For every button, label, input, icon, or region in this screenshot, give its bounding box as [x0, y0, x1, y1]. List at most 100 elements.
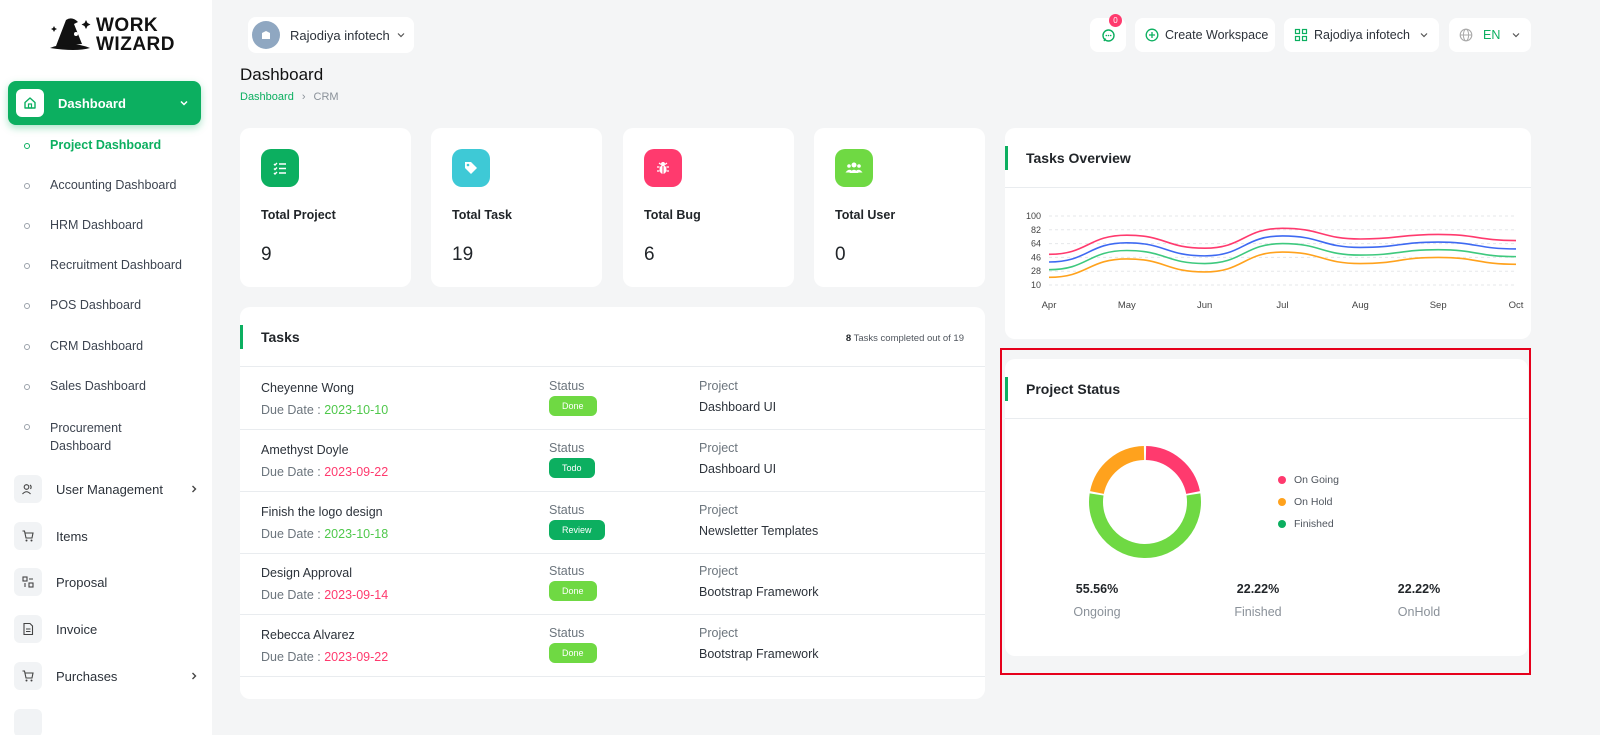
- wizard-hat-icon: [50, 18, 91, 50]
- bullet-icon: [24, 143, 30, 149]
- accounting-icon: [14, 709, 42, 735]
- stat-card-total-bug: Total Bug 6: [623, 128, 794, 287]
- task-due-date: Due Date : 2023-10-18: [261, 527, 389, 541]
- sidebar-subitem-hrm-dashboard[interactable]: HRM Dashboard: [24, 218, 143, 232]
- x-tick-label: Sep: [1430, 300, 1447, 311]
- task-name: Cheyenne Wong: [261, 381, 354, 395]
- globe-icon: [1459, 28, 1473, 42]
- plus-circle-icon: [1145, 28, 1159, 42]
- accent-bar: [1005, 146, 1008, 170]
- task-row[interactable]: Rebecca Alvarez Due Date : 2023-09-22 St…: [240, 615, 985, 677]
- status-label: Status: [549, 503, 585, 517]
- bullet-icon: [24, 183, 30, 189]
- sidebar-item-proposal[interactable]: Proposal: [14, 567, 199, 597]
- y-tick-label: 10: [1031, 280, 1041, 290]
- sidebar-item-purchases[interactable]: Purchases: [14, 661, 199, 691]
- brand-logo[interactable]: WORK WIZARD: [46, 14, 176, 58]
- series-line: [1048, 251, 1517, 279]
- company-select[interactable]: Rajodiya infotech: [1284, 18, 1439, 52]
- sidebar: WORK WIZARD Dashboard Project Dashboard …: [0, 0, 212, 735]
- language-select[interactable]: EN: [1449, 18, 1531, 52]
- stat-label: Total Task: [452, 208, 512, 222]
- bullet-icon: [24, 344, 30, 350]
- series-line: [1048, 242, 1517, 271]
- chat-icon: [1101, 28, 1115, 42]
- status-label: Status: [549, 564, 585, 578]
- grid-icon: [1294, 28, 1308, 42]
- task-due-date: Due Date : 2023-09-22: [261, 650, 389, 664]
- tasks-completed-summary: 8 Tasks completed out of 19: [845, 333, 964, 344]
- task-row[interactable]: Amethyst Doyle Due Date : 2023-09-22 Sta…: [240, 430, 985, 492]
- sidebar-subitem-sales-dashboard[interactable]: Sales Dashboard: [24, 379, 146, 393]
- bullet-icon: [24, 384, 30, 390]
- sidebar-item-partial[interactable]: [14, 708, 199, 735]
- accent-bar: [240, 325, 243, 349]
- stat-value: 0: [835, 244, 846, 265]
- project-name: Dashboard UI: [699, 462, 777, 476]
- breadcrumb-link-dashboard[interactable]: Dashboard: [240, 91, 294, 103]
- x-tick-label: May: [1118, 300, 1136, 311]
- task-due-date: Due Date : 2023-09-22: [261, 465, 389, 479]
- task-name: Finish the logo design: [261, 505, 383, 519]
- breadcrumb: Dashboard › CRM: [240, 91, 339, 103]
- sidebar-subitem-pos-dashboard[interactable]: POS Dashboard: [24, 298, 141, 312]
- status-label: Status: [549, 379, 585, 393]
- sidebar-item-items[interactable]: Items: [14, 521, 199, 551]
- sidebar-subitem-procurement-dashboard[interactable]: Procurement Dashboard: [24, 419, 144, 455]
- sidebar-item-label: Dashboard: [58, 95, 126, 111]
- project-label: Project: [699, 379, 738, 393]
- stat-value: 6: [644, 244, 655, 265]
- cart-icon: [14, 662, 42, 690]
- tasks-overview-card: Tasks Overview 10 28 46 64 82 100 Apr May Jun Jul…: [1005, 128, 1531, 339]
- project-label: Project: [699, 564, 738, 578]
- chevron-right-icon: [192, 672, 197, 680]
- task-row[interactable]: Finish the logo design Due Date : 2023-1…: [240, 492, 985, 554]
- sidebar-subitem-accounting-dashboard[interactable]: Accounting Dashboard: [24, 178, 176, 192]
- project-label: Project: [699, 626, 738, 640]
- task-due-date: Due Date : 2023-09-14: [261, 588, 389, 602]
- chevron-down-icon: [397, 33, 405, 38]
- sidebar-subitem-recruitment-dashboard[interactable]: Recruitment Dashboard: [24, 258, 182, 272]
- stat-card-total-project: Total Project 9: [240, 128, 411, 287]
- task-name: Rebecca Alvarez: [261, 628, 355, 642]
- stat-label: Total Project: [261, 208, 336, 222]
- stat-card-total-task: Total Task 19: [431, 128, 602, 287]
- highlight-box: [1000, 348, 1531, 675]
- task-row[interactable]: Design Approval Due Date : 2023-09-14 St…: [240, 553, 985, 615]
- cart-icon: [14, 522, 42, 550]
- project-label: Project: [699, 503, 738, 517]
- task-name: Design Approval: [261, 566, 353, 580]
- task-row[interactable]: Cheyenne Wong Due Date : 2023-10-10 Stat…: [240, 368, 985, 430]
- chevron-down-icon: [180, 100, 188, 106]
- create-workspace-button[interactable]: Create Workspace: [1135, 18, 1275, 52]
- sidebar-item-user-management[interactable]: User Management: [14, 474, 199, 504]
- stat-card-total-user: Total User 0: [814, 128, 985, 287]
- x-tick-label: Apr: [1042, 300, 1057, 311]
- brand-name: WORK WIZARD: [96, 15, 175, 55]
- chevron-right-icon: [192, 485, 197, 493]
- page-title: Dashboard: [240, 65, 324, 84]
- chat-count-badge: 0: [1109, 14, 1122, 27]
- x-tick-label: Jun: [1197, 300, 1212, 311]
- task-name: Amethyst Doyle: [261, 443, 349, 457]
- y-tick-label: 82: [1031, 225, 1041, 235]
- stat-value: 19: [452, 244, 474, 265]
- workspace-select[interactable]: Rajodiya infotech: [248, 17, 414, 53]
- sidebar-item-invoice[interactable]: Invoice: [14, 614, 199, 644]
- project-label: Project: [699, 441, 738, 455]
- sidebar-subitem-crm-dashboard[interactable]: CRM Dashboard: [24, 339, 143, 353]
- status-badge: Done: [549, 396, 597, 416]
- tag-icon: [452, 149, 490, 187]
- sidebar-item-dashboard[interactable]: Dashboard: [8, 81, 201, 125]
- checklist-icon: [261, 149, 299, 187]
- sidebar-subitem-project-dashboard[interactable]: Project Dashboard: [24, 138, 161, 152]
- status-badge: Todo: [549, 458, 595, 478]
- workspace-avatar: [252, 21, 280, 49]
- chat-button[interactable]: 0: [1090, 14, 1126, 52]
- tasks-card-title: Tasks: [261, 329, 300, 345]
- tasks-card-header: Tasks 8 Tasks completed out of 19: [240, 307, 985, 367]
- y-tick-label: 100: [1026, 211, 1041, 221]
- tasks-overview-title: Tasks Overview: [1026, 150, 1131, 166]
- y-tick-label: 64: [1031, 239, 1041, 249]
- project-name: Bootstrap Framework: [699, 585, 819, 599]
